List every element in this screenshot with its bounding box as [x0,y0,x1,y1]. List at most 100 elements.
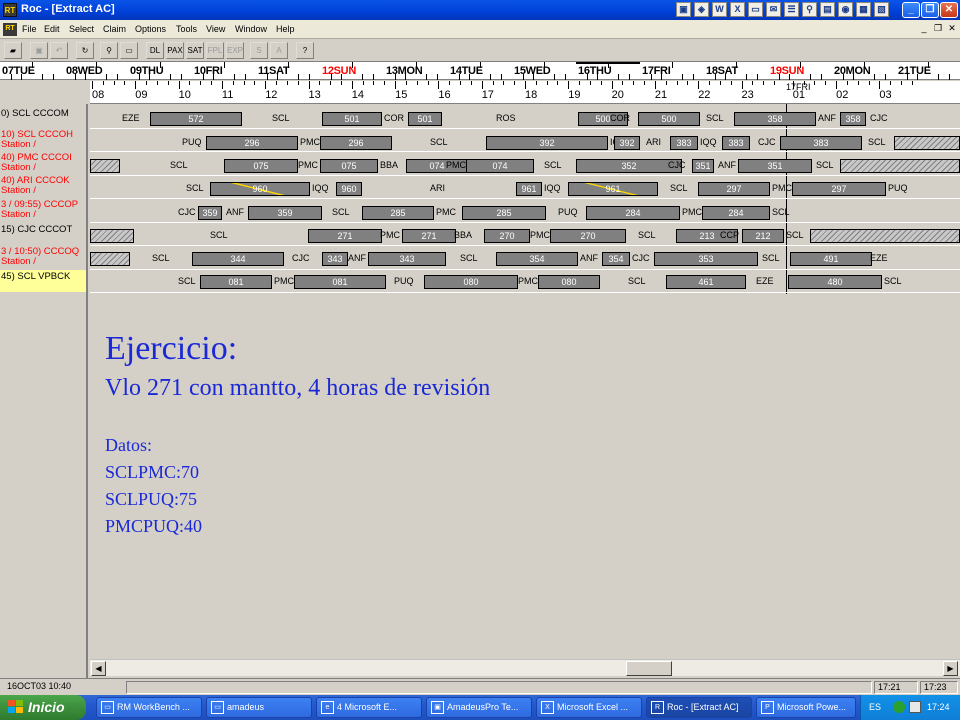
flight-bar[interactable]: 080 [538,275,600,289]
undo-icon[interactable]: ↶ [50,42,68,59]
flight-bar[interactable]: 081 [200,275,272,289]
flight-bar[interactable]: 285 [462,206,546,220]
taskbar-button[interactable]: X Microsoft Excel ... [536,697,642,718]
flight-bar[interactable]: 352 [576,159,682,173]
menu-edit[interactable]: Edit [44,24,60,34]
s-button[interactable]: S [250,42,268,59]
aircraft-row-label[interactable]: 15) CJC CCCOT [0,223,86,245]
flight-bar[interactable]: 271 [402,229,456,243]
flight-bar[interactable]: 359 [248,206,322,220]
flight-bar[interactable]: 354 [496,252,578,266]
exp-button[interactable]: EXP [226,42,244,59]
sat-button[interactable]: SAT [186,42,204,59]
title-bar[interactable]: RT Roc - [Extract AC] ▣ ◈ W X ▭ ✉ ☰ ⚲ ▤ … [0,0,960,20]
flight-bar[interactable]: 075 [224,159,298,173]
flight-bar[interactable]: 081 [294,275,386,289]
idle-block[interactable] [810,229,960,243]
menu-view[interactable]: View [206,24,225,34]
help-icon[interactable]: ? [296,42,314,59]
flight-bar[interactable]: 392 [486,136,608,150]
menu-select[interactable]: Select [69,24,94,34]
taskbar-button[interactable]: ▭ RM WorkBench ... [96,697,202,718]
flight-bar[interactable]: 351 [692,159,714,173]
flight-bar[interactable]: 572 [150,112,242,126]
flight-bar[interactable]: 297 [698,182,770,196]
flight-bar[interactable]: 500 [638,112,700,126]
contacts-icon[interactable]: ☰ [784,2,799,17]
flight-bar[interactable]: 501 [322,112,382,126]
flight-bar[interactable]: 461 [666,275,746,289]
flight-bar[interactable]: 501 [408,112,442,126]
explorer-icon[interactable]: ▦ [856,2,871,17]
find-icon[interactable]: ⚲ [100,42,118,59]
flight-bar[interactable]: 270 [484,229,530,243]
menu-options[interactable]: Options [135,24,166,34]
language-indicator[interactable]: ES [869,702,881,712]
word-icon[interactable]: W [712,2,727,17]
mdi-child-icon[interactable]: RT [3,23,17,36]
flight-bar[interactable]: 212 [742,229,784,243]
aircraft-row-label[interactable]: 0) SCL CCCOM [0,107,86,129]
horizontal-scrollbar[interactable]: ◀ ▶ [90,659,960,676]
flight-bar[interactable]: 284 [586,206,680,220]
idle-block[interactable] [840,159,960,173]
refresh-icon[interactable]: ↻ [76,42,94,59]
aircraft-row-label[interactable]: 3 / 10:50) CCCOQ Station / [0,247,86,269]
flight-bar[interactable]: 297 [792,182,886,196]
taskbar-button[interactable]: P Microsoft Powe... [756,697,856,718]
flight-bar[interactable]: 075 [320,159,378,173]
office-bar-icon[interactable]: ▣ [676,2,691,17]
scroll-thumb[interactable] [626,661,672,676]
mdi-close-button[interactable]: ✕ [946,23,958,35]
flight-bar[interactable]: 343 [322,252,348,266]
dl-button[interactable]: DL [146,42,164,59]
open-folder-icon[interactable]: ▰ [4,42,22,59]
mdi-restore-button[interactable]: ❐ [932,23,944,35]
powerpoint-icon[interactable]: ▭ [748,2,763,17]
mdi-minimize-button[interactable]: _ [918,23,930,35]
document-icon[interactable]: ▧ [874,2,889,17]
flight-bar[interactable]: 296 [206,136,298,150]
flight-bar[interactable]: 285 [362,206,434,220]
flight-bar[interactable]: 961 [516,182,542,196]
aircraft-row-label[interactable]: 45) SCL VPBCK [0,270,86,292]
flight-bar[interactable]: 353 [654,252,758,266]
flight-bar[interactable]: 491 [790,252,872,266]
flight-bar[interactable]: 359 [198,206,222,220]
flight-bar[interactable]: 074 [466,159,534,173]
menu-help[interactable]: Help [276,24,295,34]
idle-block[interactable] [90,159,120,173]
fpl-button[interactable]: FPL [206,42,224,59]
idle-block[interactable] [90,229,134,243]
tray-clock[interactable]: 17:24 [927,702,950,712]
idle-block[interactable] [894,136,960,150]
taskbar-button[interactable]: e4 Microsoft E... [316,697,422,718]
flight-bar[interactable]: 080 [424,275,518,289]
scroll-left-icon[interactable]: ◀ [91,661,106,676]
restore-button[interactable]: ❐ [921,2,939,18]
flight-bar[interactable]: 358 [734,112,816,126]
aircraft-row-label[interactable]: 10) SCL CCCOH Station / [0,130,86,152]
flight-bar[interactable]: 960 [336,182,362,196]
flight-bar[interactable]: 383 [722,136,750,150]
menu-claim[interactable]: Claim [103,24,126,34]
flight-bar[interactable]: 296 [320,136,392,150]
taskbar-button[interactable]: ▣ AmadeusPro Te... [426,697,532,718]
start-button[interactable]: Inicio [0,695,86,720]
flight-bar[interactable]: 270 [550,229,626,243]
office-bar-icon[interactable]: ◈ [694,2,709,17]
aircraft-row-label[interactable]: 40) ARI CCCOK Station / [0,176,86,198]
flight-bar[interactable]: 343 [368,252,446,266]
aircraft-row-label[interactable]: 3 / 09:55) CCCOP Station / [0,200,86,222]
flight-bar[interactable]: 383 [670,136,698,150]
flight-bar[interactable]: 271 [308,229,382,243]
menu-tools[interactable]: Tools [176,24,197,34]
close-button[interactable]: ✕ [940,2,958,18]
flight-bar[interactable]: 383 [780,136,862,150]
taskbar-button[interactable]: ▭ amadeus [206,697,312,718]
network-icon[interactable] [893,701,905,713]
menu-window[interactable]: Window [235,24,267,34]
flight-bar[interactable]: 358 [840,112,866,126]
save-icon[interactable]: ▣ [30,42,48,59]
flight-bar[interactable]: 392 [614,136,640,150]
